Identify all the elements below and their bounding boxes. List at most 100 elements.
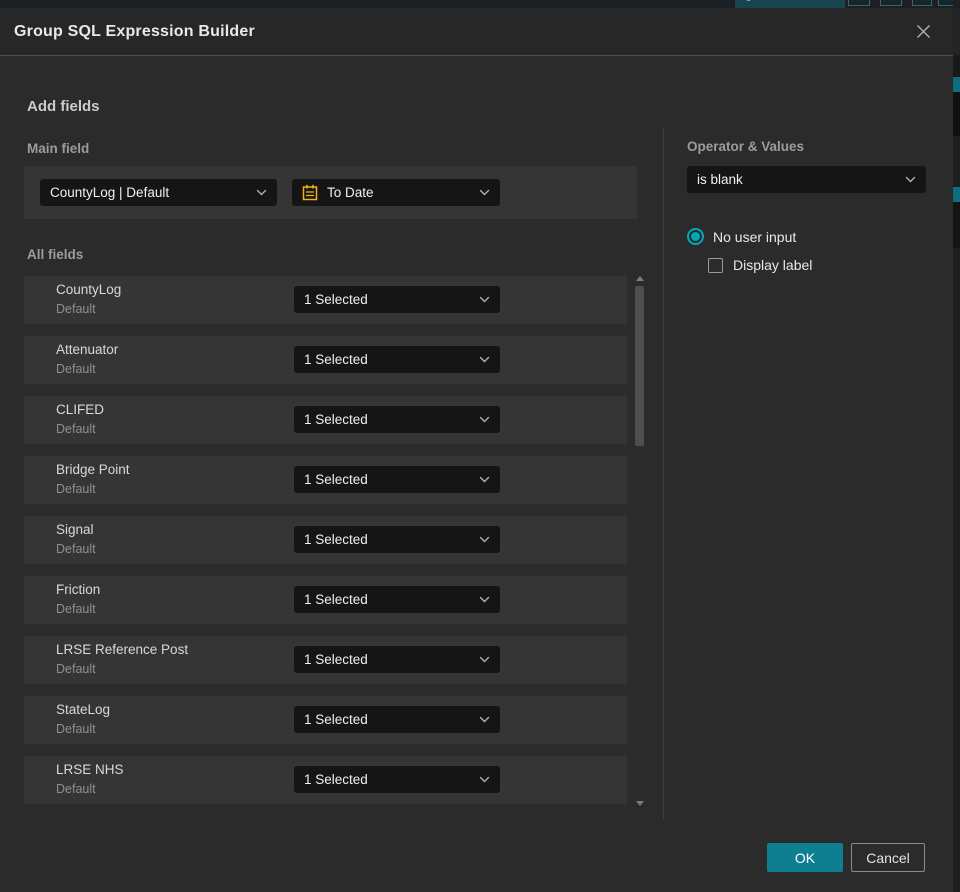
field-selection-value: 1 Selected [304, 652, 368, 667]
background-app-right-strip [953, 8, 960, 892]
field-selection-select[interactable]: 1 Selected [294, 766, 500, 793]
field-selection-select[interactable]: 1 Selected [294, 346, 500, 373]
field-row: Attenuator Default 1 Selected [24, 336, 627, 384]
scrollbar-up-arrow-icon[interactable] [636, 276, 644, 281]
field-selection-value: 1 Selected [304, 772, 368, 787]
field-type: Default [56, 482, 96, 496]
field-selection-value: 1 Selected [304, 532, 368, 547]
field-selection-select[interactable]: 1 Selected [294, 526, 500, 553]
field-selection-value: 1 Selected [304, 472, 368, 487]
field-selection-select[interactable]: 1 Selected [294, 286, 500, 313]
chevron-down-icon [479, 716, 490, 723]
scrollbar-thumb[interactable] [635, 286, 644, 446]
field-name: Signal [56, 522, 94, 537]
field-name: LRSE NHS [56, 762, 124, 777]
chevron-down-icon [479, 536, 490, 543]
right-strip-segment [953, 55, 960, 77]
ok-button[interactable]: OK [767, 843, 843, 872]
chevron-down-icon [479, 596, 490, 603]
field-selection-value: 1 Selected [304, 352, 368, 367]
field-selection-select[interactable]: 1 Selected [294, 466, 500, 493]
cancel-button[interactable]: Cancel [851, 843, 925, 872]
right-strip-segment [953, 8, 960, 55]
group-sql-expression-builder-dialog: Group SQL Expression Builder Add fields … [0, 8, 953, 892]
live-view-button[interactable]: Live view [735, 0, 845, 8]
no-user-input-label[interactable]: No user input [713, 229, 796, 245]
chevron-down-icon [479, 476, 490, 483]
close-icon [916, 25, 930, 38]
close-button[interactable] [911, 20, 935, 44]
field-selection-select[interactable]: 1 Selected [294, 646, 500, 673]
field-name: CLIFED [56, 402, 105, 417]
field-row: Friction Default 1 Selected [24, 576, 627, 624]
field-name: Friction [56, 582, 101, 597]
screen: Live view Group SQL Expression Builder A… [0, 0, 960, 892]
chevron-down-icon [479, 189, 490, 196]
main-field-date-select[interactable]: To Date [292, 179, 500, 206]
field-name: CountyLog [56, 282, 122, 297]
background-toolbar-button[interactable] [912, 0, 932, 6]
chevron-down-icon [479, 296, 490, 303]
chevron-down-icon [479, 656, 490, 663]
background-toolbar-button[interactable] [938, 0, 953, 6]
operator-select-value: is blank [697, 172, 743, 187]
field-selection-select[interactable]: 1 Selected [294, 706, 500, 733]
field-row: StateLog Default 1 Selected [24, 696, 627, 744]
field-name: LRSE Reference Post [56, 642, 189, 657]
radio-selected-icon[interactable] [687, 228, 704, 245]
main-field-date-value: To Date [327, 185, 374, 200]
field-selection-value: 1 Selected [304, 292, 368, 307]
display-label-option[interactable]: Display label [708, 257, 812, 273]
chevron-down-icon [905, 176, 916, 183]
field-row: Bridge Point Default 1 Selected [24, 456, 627, 504]
chevron-down-icon [256, 189, 267, 196]
field-selection-select[interactable]: 1 Selected [294, 406, 500, 433]
field-selection-value: 1 Selected [304, 592, 368, 607]
add-fields-heading: Add fields [27, 98, 100, 115]
main-field-strip: CountyLog | Default To Date [24, 166, 637, 219]
date-field-icon [302, 184, 318, 201]
all-fields-heading: All fields [27, 247, 84, 262]
dialog-header: Group SQL Expression Builder [0, 8, 953, 56]
background-app-top-strip: Live view [0, 0, 953, 8]
display-label-label[interactable]: Display label [733, 257, 812, 273]
field-type: Default [56, 782, 96, 796]
checkbox-unchecked-icon[interactable] [708, 257, 723, 273]
field-type: Default [56, 602, 96, 616]
field-type: Default [56, 362, 96, 376]
field-name: StateLog [56, 702, 111, 717]
background-toolbar-button[interactable] [848, 0, 870, 6]
chevron-down-icon [479, 356, 490, 363]
field-type: Default [56, 422, 96, 436]
operator-values-heading: Operator & Values [687, 139, 805, 154]
operator-select[interactable]: is blank [687, 166, 926, 193]
field-name: Bridge Point [56, 462, 130, 477]
all-fields-scrollbar[interactable] [634, 276, 646, 808]
field-row: LRSE NHS Default 1 Selected [24, 756, 627, 804]
main-field-select[interactable]: CountyLog | Default [40, 179, 277, 206]
field-type: Default [56, 302, 96, 316]
right-strip-segment [953, 202, 960, 248]
field-row: LRSE Reference Post Default 1 Selected [24, 636, 627, 684]
field-selection-value: 1 Selected [304, 712, 368, 727]
panel-divider [663, 128, 664, 820]
main-field-heading: Main field [27, 141, 90, 156]
field-row: Signal Default 1 Selected [24, 516, 627, 564]
no-user-input-option[interactable]: No user input [687, 228, 796, 245]
main-field-select-value: CountyLog | Default [50, 185, 170, 200]
live-view-dot-icon [745, 0, 752, 1]
field-row: CountyLog Default 1 Selected [24, 276, 627, 324]
right-strip-segment [953, 92, 960, 136]
field-selection-value: 1 Selected [304, 412, 368, 427]
chevron-down-icon [479, 776, 490, 783]
field-type: Default [56, 542, 96, 556]
field-name: Attenuator [56, 342, 119, 357]
dialog-title: Group SQL Expression Builder [14, 22, 255, 40]
field-selection-select[interactable]: 1 Selected [294, 586, 500, 613]
chevron-down-icon [479, 416, 490, 423]
live-view-label: Live view [759, 0, 804, 3]
right-strip-segment [953, 77, 960, 92]
scrollbar-down-arrow-icon[interactable] [636, 801, 644, 806]
background-toolbar-button[interactable] [880, 0, 902, 6]
field-type: Default [56, 662, 96, 676]
